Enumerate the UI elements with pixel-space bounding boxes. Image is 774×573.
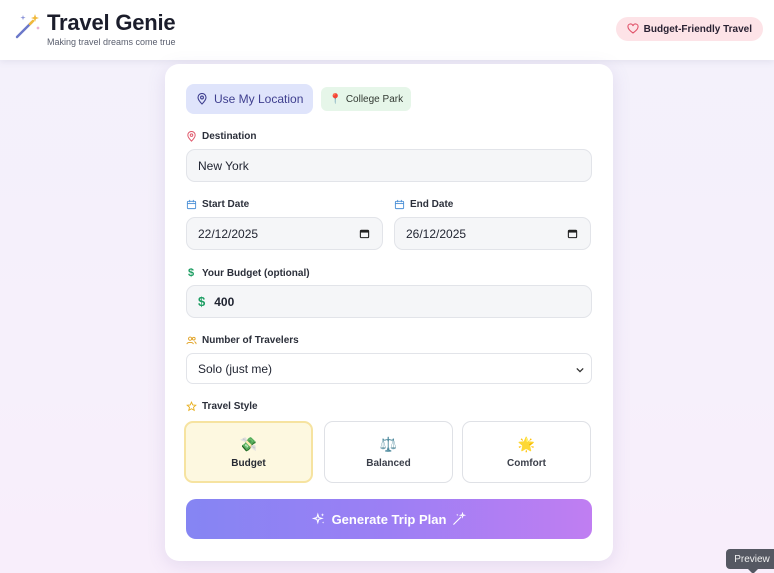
magic-wand-icon bbox=[15, 14, 40, 39]
generate-trip-plan-button[interactable]: Generate Trip Plan bbox=[186, 499, 592, 539]
budget-input[interactable]: $ 400 bbox=[186, 285, 592, 318]
destination-label: Destination bbox=[186, 131, 256, 142]
calendar-icon bbox=[394, 199, 405, 210]
dollar-icon: $ bbox=[187, 267, 195, 279]
destination-label-text: Destination bbox=[202, 131, 257, 142]
magic-wand-icon bbox=[453, 512, 467, 525]
budget-value: 400 bbox=[214, 294, 235, 309]
app-header: Travel Genie Making travel dreams come t… bbox=[0, 0, 774, 60]
style-option-label: Budget bbox=[231, 457, 266, 469]
travelers-label: Number of Travelers bbox=[186, 335, 299, 346]
calendar-icon bbox=[186, 199, 197, 210]
scales-icon: ⚖️ bbox=[379, 435, 398, 452]
star-icon bbox=[186, 401, 197, 412]
trip-form-card: Use My Location 📍 College Park Destinati… bbox=[165, 64, 613, 561]
preview-tooltip-text: Preview bbox=[734, 553, 770, 565]
red-pin-icon: 📍 bbox=[329, 93, 342, 105]
travel-style-label: Travel Style bbox=[186, 401, 258, 412]
budget-label-text: Your Budget (optional) bbox=[202, 267, 310, 279]
travel-style-options: 💸 Budget ⚖️ Balanced 🌟 Comfort bbox=[184, 421, 592, 483]
app-subtitle: Making travel dreams come true bbox=[47, 37, 176, 47]
budget-label: $ Your Budget (optional) bbox=[186, 267, 310, 279]
brand: Travel Genie Making travel dreams come t… bbox=[14, 10, 176, 47]
end-date-input[interactable]: 26/12/2025 bbox=[394, 217, 591, 250]
users-icon bbox=[186, 336, 197, 345]
use-my-location-label: Use My Location bbox=[214, 92, 304, 106]
end-date-label: End Date bbox=[394, 199, 453, 210]
start-date-label: Start Date bbox=[186, 199, 249, 210]
destination-input[interactable]: New York bbox=[186, 149, 592, 182]
style-option-budget[interactable]: 💸 Budget bbox=[184, 421, 313, 483]
style-option-label: Comfort bbox=[507, 457, 546, 469]
destination-value: New York bbox=[198, 158, 249, 173]
style-option-balanced[interactable]: ⚖️ Balanced bbox=[324, 421, 453, 483]
map-pin-icon bbox=[187, 131, 196, 142]
location-row: Use My Location 📍 College Park bbox=[186, 84, 412, 114]
travelers-selected-value: Solo (just me) bbox=[198, 361, 273, 376]
end-date-value: 26/12/2025 bbox=[406, 226, 467, 241]
calendar-picker-icon[interactable] bbox=[567, 228, 578, 239]
current-location-text: College Park bbox=[345, 93, 404, 105]
app-title: Travel Genie bbox=[47, 10, 176, 35]
chevron-down-icon bbox=[576, 367, 584, 373]
use-my-location-button[interactable]: Use My Location bbox=[186, 84, 314, 114]
money-icon: 💸 bbox=[239, 435, 258, 452]
end-date-label-text: End Date bbox=[410, 199, 454, 210]
generate-label: Generate Trip Plan bbox=[331, 511, 447, 527]
badge-label: Budget-Friendly Travel bbox=[643, 23, 752, 35]
map-pin-icon bbox=[197, 93, 207, 105]
start-date-value: 22/12/2025 bbox=[198, 226, 259, 241]
style-option-label: Balanced bbox=[366, 457, 411, 469]
current-location-chip: 📍 College Park bbox=[321, 87, 412, 111]
travelers-label-text: Number of Travelers bbox=[202, 335, 299, 346]
budget-friendly-badge[interactable]: Budget-Friendly Travel bbox=[615, 17, 763, 41]
travelers-select[interactable]: Solo (just me) bbox=[186, 353, 592, 384]
sparkles-icon bbox=[311, 512, 324, 525]
currency-symbol: $ bbox=[198, 294, 206, 309]
travel-style-label-text: Travel Style bbox=[202, 401, 258, 412]
start-date-label-text: Start Date bbox=[202, 199, 250, 210]
glowing-star-icon: 🌟 bbox=[517, 435, 536, 452]
heart-icon bbox=[627, 23, 639, 34]
start-date-input[interactable]: 22/12/2025 bbox=[186, 217, 383, 250]
preview-tooltip: Preview bbox=[726, 549, 774, 573]
style-option-comfort[interactable]: 🌟 Comfort bbox=[462, 421, 591, 483]
calendar-picker-icon[interactable] bbox=[359, 228, 370, 239]
